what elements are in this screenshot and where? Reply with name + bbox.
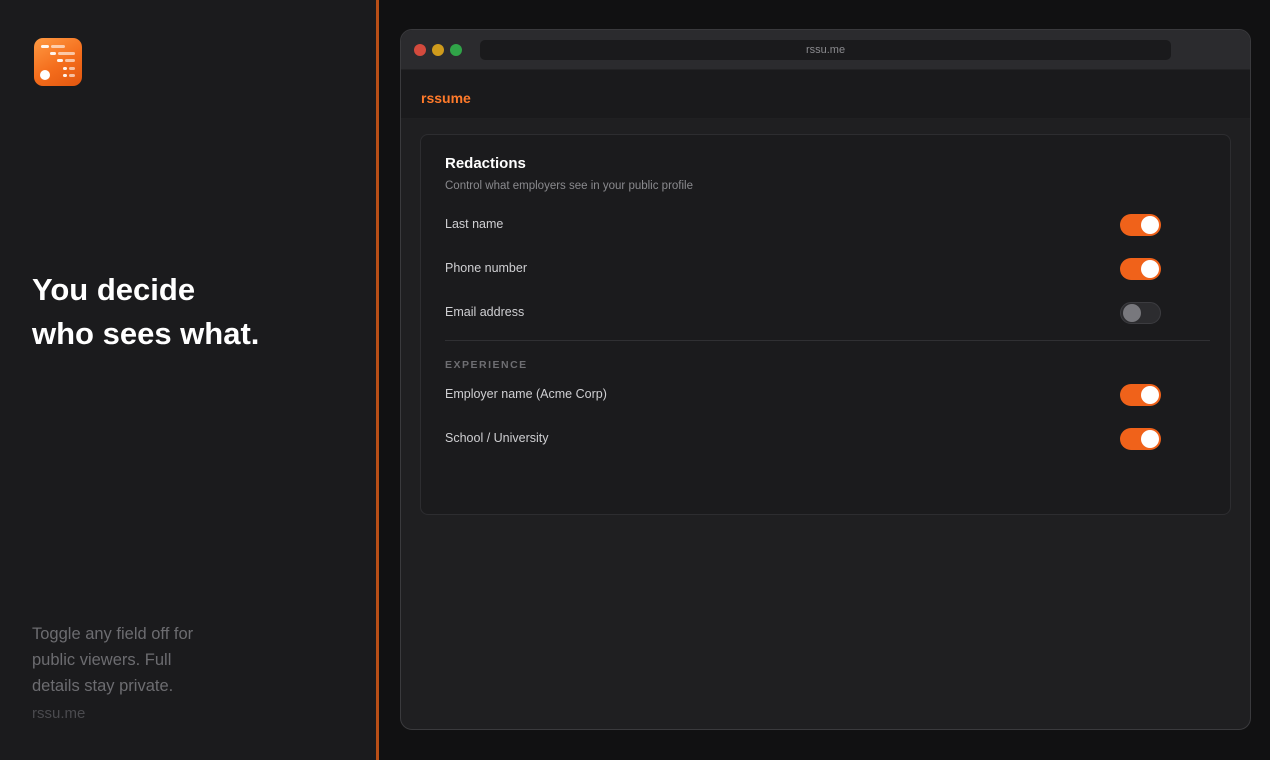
promo-headline-line2: who sees what. [32,316,260,351]
panel-divider [376,0,379,760]
section-divider [445,340,1210,341]
card-title: Redactions [445,155,526,172]
setting-label: Last name [445,217,504,231]
employer-name-toggle[interactable] [1120,384,1161,406]
setting-label: Email address [445,305,525,319]
setting-row-last-name: Last name [445,213,1161,237]
app-header: rssume [401,70,1250,119]
toggle-knob [1123,304,1141,322]
experience-section-label: EXPERIENCE [445,359,528,371]
promo-headline-line1: You decide [32,272,196,307]
maximize-window-button[interactable] [450,44,462,56]
last-name-toggle[interactable] [1120,214,1161,236]
close-window-button[interactable] [414,44,426,56]
promo-panel: You decide who sees what. Toggle any fie… [0,0,376,760]
toggle-knob [1141,260,1159,278]
promo-headline: You decide who sees what. [32,268,259,356]
email-address-toggle[interactable] [1120,302,1161,324]
toggle-knob [1141,430,1159,448]
toggle-knob [1141,386,1159,404]
school-toggle[interactable] [1120,428,1161,450]
promo-domain: rssu.me [32,705,86,722]
browser-titlebar: rssu.me [401,30,1250,70]
brand-link[interactable]: rssume [421,90,471,106]
setting-row-school: School / University [445,427,1161,451]
setting-label: School / University [445,431,549,445]
promo-description: Toggle any field off for public viewers.… [32,625,194,695]
app-logo-icon [34,38,82,86]
browser-window: rssu.me rssume Redactions Control what e… [400,29,1251,730]
redactions-card: Redactions Control what employers see in… [420,134,1231,515]
phone-number-toggle[interactable] [1120,258,1161,280]
setting-row-employer-name: Employer name (Acme Corp) [445,383,1161,407]
setting-row-email-address: Email address [445,301,1161,325]
address-bar[interactable]: rssu.me [480,40,1171,60]
toggle-knob [1141,216,1159,234]
setting-row-phone-number: Phone number [445,257,1161,281]
minimize-window-button[interactable] [432,44,444,56]
card-subtitle: Control what employers see in your publi… [445,180,694,192]
setting-label: Phone number [445,261,528,275]
setting-label: Employer name (Acme Corp) [445,387,607,401]
